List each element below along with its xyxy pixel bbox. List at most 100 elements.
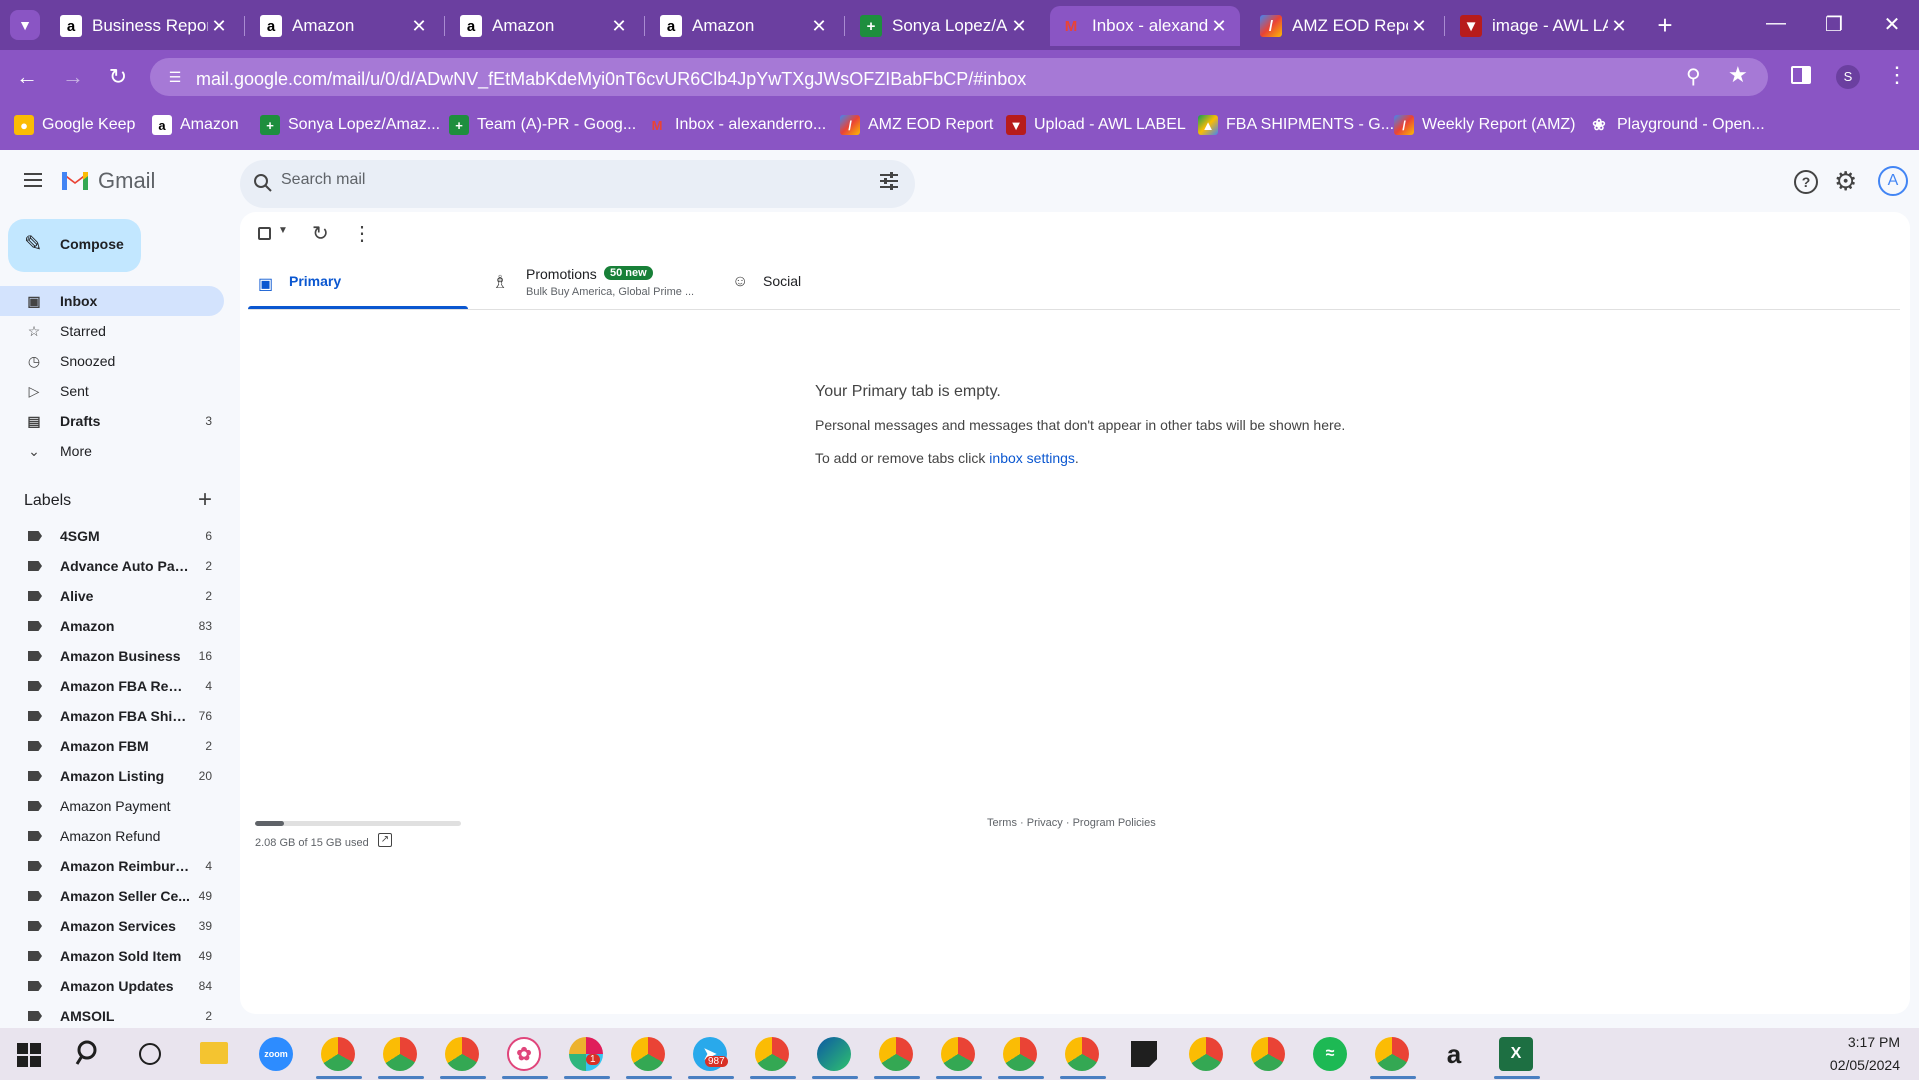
label-item[interactable]: Amazon FBA Remo... 4	[0, 671, 224, 701]
slack-icon[interactable]	[569, 1037, 603, 1071]
search-input[interactable]: Search mail	[281, 171, 365, 189]
label-item[interactable]: Amazon Payment	[0, 791, 224, 821]
taskbar-date[interactable]: 02/05/2024	[1780, 1057, 1900, 1073]
label-item[interactable]: Amazon Reimburs... 4	[0, 851, 224, 881]
chrome-icon[interactable]	[631, 1037, 665, 1071]
select-all-checkbox[interactable]	[258, 227, 271, 240]
label-item[interactable]: Amazon 83	[0, 611, 224, 641]
label-item[interactable]: Amazon Listing 20	[0, 761, 224, 791]
label-item[interactable]: 4SGM 6	[0, 521, 224, 551]
nav-sent[interactable]: ▷ Sent	[0, 376, 224, 406]
bookmark-item[interactable]: M Inbox - alexanderro...	[647, 112, 827, 138]
browser-tab[interactable]: a Amazon ✕	[650, 6, 840, 46]
tab-search-button[interactable]: ▼	[10, 10, 40, 40]
chrome-icon[interactable]	[1375, 1037, 1409, 1071]
main-menu-icon[interactable]	[22, 168, 46, 192]
close-window-button[interactable]: ✕	[1872, 12, 1912, 37]
spotify-icon[interactable]: ≈	[1313, 1037, 1347, 1071]
chrome-icon[interactable]	[321, 1037, 355, 1071]
search-icon[interactable]	[252, 172, 274, 194]
close-icon[interactable]: ✕	[208, 16, 230, 37]
app-icon[interactable]: ✿	[507, 1037, 541, 1071]
select-dropdown-icon[interactable]: ▼	[278, 225, 288, 236]
bookmark-item[interactable]: / Weekly Report (AMZ)	[1394, 112, 1576, 138]
browser-tab[interactable]: / AMZ EOD Repor ✕	[1250, 6, 1440, 46]
browser-tab-active[interactable]: M Inbox - alexande ✕	[1050, 6, 1240, 46]
label-item[interactable]: AMSOIL 2	[0, 1001, 224, 1031]
tab-primary[interactable]: ▣ Primary	[248, 260, 468, 310]
restore-button[interactable]: ❐	[1814, 12, 1854, 37]
bookmark-item[interactable]: a Amazon	[152, 112, 239, 138]
back-button[interactable]: ←	[12, 62, 42, 92]
nav-inbox[interactable]: ▣ Inbox	[0, 286, 224, 316]
nav-more[interactable]: ⌄ More	[0, 436, 224, 466]
chrome-icon[interactable]	[1189, 1037, 1223, 1071]
browser-tab[interactable]: a Amazon ✕	[250, 6, 440, 46]
chrome-icon[interactable]	[755, 1037, 789, 1071]
tab-promotions[interactable]: ♗ Promotions 50 new Bulk Buy America, Gl…	[480, 260, 710, 310]
minimize-button[interactable]: —	[1756, 12, 1796, 35]
amazon-icon[interactable]: a	[1437, 1037, 1471, 1071]
gmail-logo-icon[interactable]	[60, 168, 90, 192]
bookmark-star-icon[interactable]: ★	[1728, 62, 1748, 88]
label-item[interactable]: Amazon Business 16	[0, 641, 224, 671]
file-explorer-icon[interactable]	[200, 1042, 228, 1064]
edge-icon[interactable]	[817, 1037, 851, 1071]
label-item[interactable]: Amazon Updates 84	[0, 971, 224, 1001]
browser-tab[interactable]: ▼ image - AWL LA ✕	[1450, 6, 1640, 46]
zoom-icon[interactable]: zoom	[259, 1037, 293, 1071]
url-text[interactable]: mail.google.com/mail/u/0/d/ADwNV_fEtMabK…	[196, 69, 1026, 90]
label-item[interactable]: Amazon Sold Item 49	[0, 941, 224, 971]
forward-button[interactable]: →	[58, 62, 88, 92]
chrome-icon[interactable]	[383, 1037, 417, 1071]
close-icon[interactable]: ✕	[1408, 16, 1430, 37]
bookmark-item[interactable]: + Team (A)-PR - Goog...	[449, 112, 636, 138]
label-item[interactable]: Amazon FBM 2	[0, 731, 224, 761]
help-icon[interactable]: ?	[1794, 170, 1818, 194]
refresh-icon[interactable]: ↻	[312, 221, 329, 246]
start-icon[interactable]	[17, 1043, 41, 1067]
privacy-link[interactable]: Privacy	[1027, 817, 1063, 829]
account-avatar[interactable]: A	[1878, 166, 1908, 196]
bookmark-item[interactable]: / AMZ EOD Report	[840, 112, 993, 138]
excel-icon[interactable]: X	[1499, 1037, 1533, 1071]
browser-menu-icon[interactable]: ⋮	[1886, 62, 1908, 88]
taskbar-time[interactable]: 3:17 PM	[1780, 1034, 1900, 1050]
inbox-settings-link[interactable]: inbox settings	[989, 450, 1075, 466]
close-icon[interactable]: ✕	[608, 16, 630, 37]
bookmark-item[interactable]: ▲ FBA SHIPMENTS - G...	[1198, 112, 1394, 138]
taskbar-search-icon[interactable]	[74, 1038, 104, 1068]
new-tab-button[interactable]: +	[1650, 8, 1680, 42]
label-item[interactable]: Amazon FBA Ship... 76	[0, 701, 224, 731]
chrome-icon[interactable]	[1251, 1037, 1285, 1071]
bookmark-item[interactable]: ❀ Playground - Open...	[1589, 112, 1764, 138]
side-panel-icon[interactable]	[1791, 66, 1811, 84]
manage-storage-icon[interactable]: ↗	[378, 833, 392, 847]
label-item[interactable]: Alive 2	[0, 581, 224, 611]
search-options-icon[interactable]	[878, 170, 900, 192]
label-item[interactable]: Advance Auto Parts 2	[0, 551, 224, 581]
bookmark-item[interactable]: ● Google Keep	[14, 112, 135, 138]
label-item[interactable]: Amazon Services 39	[0, 911, 224, 941]
program-policies-link[interactable]: Program Policies	[1073, 817, 1156, 829]
terms-link[interactable]: Terms	[987, 817, 1017, 829]
chrome-icon[interactable]	[1065, 1037, 1099, 1071]
browser-tab[interactable]: a Amazon ✕	[450, 6, 640, 46]
task-view-icon[interactable]	[139, 1043, 161, 1065]
close-icon[interactable]: ✕	[1008, 16, 1030, 37]
browser-tab[interactable]: a Business Reports ✕	[50, 6, 240, 46]
close-icon[interactable]: ✕	[808, 16, 830, 37]
bookmark-item[interactable]: ▼ Upload - AWL LABEL	[1006, 112, 1186, 138]
sticky-notes-icon[interactable]	[1131, 1041, 1157, 1067]
settings-gear-icon[interactable]: ⚙	[1834, 166, 1857, 197]
nav-drafts[interactable]: ▤ Drafts 3	[0, 406, 224, 436]
nav-snoozed[interactable]: ◷ Snoozed	[0, 346, 224, 376]
profile-avatar[interactable]: S	[1836, 65, 1860, 89]
nav-starred[interactable]: ☆ Starred	[0, 316, 224, 346]
reload-button[interactable]: ↻	[103, 62, 133, 92]
chrome-icon[interactable]	[1003, 1037, 1037, 1071]
site-info-icon[interactable]: ☰	[164, 66, 186, 88]
chrome-icon[interactable]	[879, 1037, 913, 1071]
tab-social[interactable]: ☺ Social	[720, 260, 920, 310]
close-icon[interactable]: ✕	[408, 16, 430, 37]
